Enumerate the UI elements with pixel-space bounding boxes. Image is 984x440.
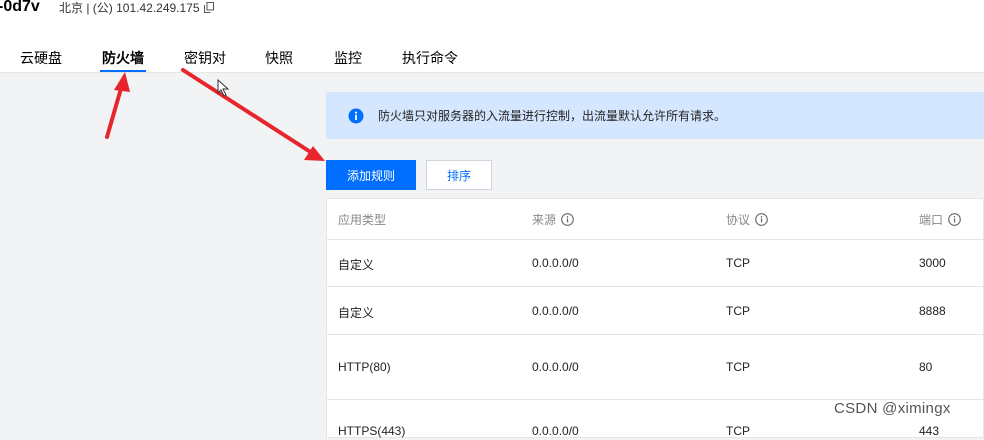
info-icon [348, 108, 364, 124]
cell-app-type: HTTPS(443) [338, 424, 406, 438]
arrow-to-firewall-tab [105, 72, 130, 139]
add-rule-button[interactable]: 添加规则 [326, 160, 416, 190]
cell-port: 443 [919, 424, 940, 438]
cell-protocol: TCP [726, 360, 750, 374]
column-header-app-type: 应用类型 [338, 213, 387, 227]
column-header-port: 端口 [919, 211, 961, 228]
watermark-text: CSDN @ximingx [834, 400, 951, 417]
tab-firewall[interactable]: 防火墙 [100, 48, 146, 72]
cell-port: 80 [919, 360, 933, 374]
instance-header: -0d7v 北京 | (公) 101.42.249.175 云硬盘 防火墙 密钥… [0, 0, 984, 73]
cell-app-type: 自定义 [338, 306, 375, 320]
help-icon[interactable] [755, 213, 768, 226]
copy-icon[interactable] [203, 2, 214, 13]
cell-protocol: TCP [726, 424, 750, 438]
cell-port: 3000 [919, 256, 946, 270]
sort-button[interactable]: 排序 [426, 160, 492, 190]
table-row: HTTP(80) 0.0.0.0/0 TCP 80 [327, 335, 983, 400]
cell-source: 0.0.0.0/0 [532, 256, 579, 270]
help-icon[interactable] [561, 213, 574, 226]
table-header: 应用类型 来源 协议 端口 [327, 199, 983, 240]
notice-text: 防火墙只对服务器的入流量进行控制，出流量默认允许所有请求。 [378, 109, 727, 123]
column-header-protocol: 协议 [726, 211, 768, 228]
cell-port: 8888 [919, 304, 946, 318]
instance-region-ip: 北京 | (公) 101.42.249.175 [59, 1, 200, 15]
arrow-to-add-rule-button [181, 68, 325, 161]
cell-protocol: TCP [726, 304, 750, 318]
tab-key-pair[interactable]: 密钥对 [184, 48, 226, 68]
help-icon[interactable] [948, 213, 961, 226]
tab-monitoring[interactable]: 监控 [334, 48, 362, 68]
mouse-cursor-icon [217, 79, 230, 97]
instance-name: -0d7v [0, 0, 40, 15]
cell-app-type: HTTP(80) [338, 360, 391, 374]
cell-app-type: 自定义 [338, 258, 375, 272]
tab-snapshot[interactable]: 快照 [265, 48, 293, 68]
cell-source: 0.0.0.0/0 [532, 424, 579, 438]
firewall-notice: 防火墙只对服务器的入流量进行控制，出流量默认允许所有请求。 [326, 92, 984, 139]
cell-source: 0.0.0.0/0 [532, 304, 579, 318]
table-row: 自定义 0.0.0.0/0 TCP 3000 [327, 239, 983, 287]
table-row: 自定义 0.0.0.0/0 TCP 8888 [327, 287, 983, 335]
instance-meta: 北京 | (公) 101.42.249.175 [59, 0, 214, 16]
tab-execute-command[interactable]: 执行命令 [402, 48, 458, 68]
tab-cloud-disk[interactable]: 云硬盘 [20, 48, 62, 68]
column-header-source: 来源 [532, 211, 574, 228]
cell-source: 0.0.0.0/0 [532, 360, 579, 374]
cell-protocol: TCP [726, 256, 750, 270]
